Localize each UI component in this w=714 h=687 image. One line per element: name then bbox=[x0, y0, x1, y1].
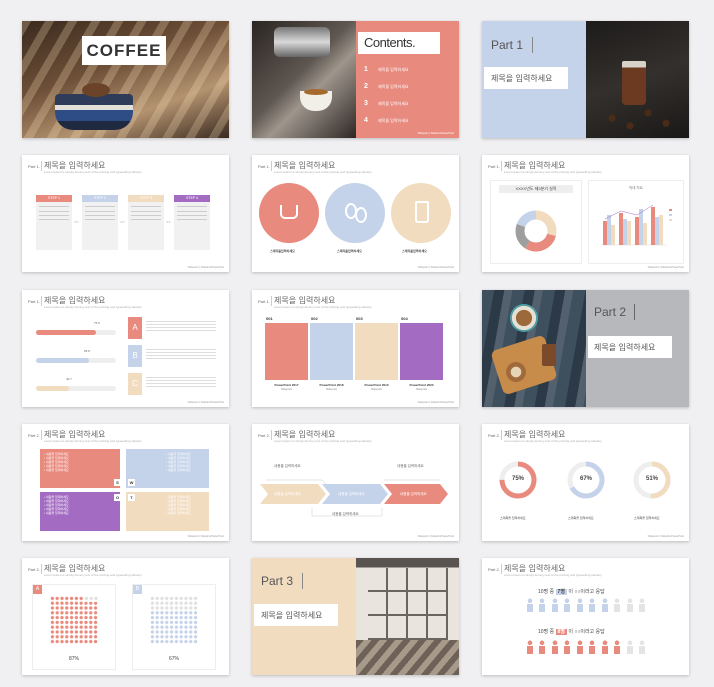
person-icon bbox=[600, 640, 609, 654]
person-icon-row bbox=[526, 640, 646, 654]
person-icon-row bbox=[526, 598, 646, 612]
swot-s[interactable]: • 내용을 입력하세요 • 내용을 입력하세요 • 내용을 입력하세요 • 내용을 입… bbox=[40, 449, 120, 488]
floor-shadows bbox=[356, 640, 459, 675]
slide-circles[interactable]: Part 1. 제목을 입력하세요 Lorem Ipsum is simply … bbox=[252, 155, 459, 272]
slide-rings[interactable]: Part 2. 제목을 입력하세요 Lorem Ipsum is simply … bbox=[482, 424, 689, 541]
donut-chart bbox=[515, 210, 557, 252]
latte-art-cup bbox=[506, 362, 526, 382]
contents-item[interactable]: 3 제목을 입력하세요 bbox=[364, 95, 452, 112]
part-label: Part 3 bbox=[261, 574, 294, 588]
person-icon bbox=[588, 640, 597, 654]
coffee-cup-icon bbox=[280, 205, 298, 219]
color-block[interactable] bbox=[310, 323, 353, 380]
person-icon bbox=[588, 598, 597, 612]
letter-block: B bbox=[128, 345, 142, 367]
color-block[interactable] bbox=[400, 323, 443, 380]
slide-part3[interactable]: Part 3 제목을 입력하세요 bbox=[252, 558, 459, 675]
coffee-cup-top bbox=[510, 304, 538, 332]
bar-panel: 막대 차트 bbox=[588, 180, 684, 264]
person-icon bbox=[550, 640, 559, 654]
slide-steps[interactable]: Part 1. 제목을 입력하세요 Lorem Ipsum is simply … bbox=[22, 155, 229, 272]
swot-w[interactable]: • 내용을 입력하세요 • 내용을 입력하세요 • 내용을 입력하세요 • 내용을 입… bbox=[126, 449, 209, 488]
contents-item[interactable]: 1 제목을 입력하세요 bbox=[364, 61, 452, 78]
window-frames bbox=[368, 568, 448, 642]
part-subtitle: 제목을 입력하세요 bbox=[491, 74, 553, 83]
person-icon bbox=[625, 598, 634, 612]
espresso-machine bbox=[274, 27, 330, 57]
slide-swot[interactable]: Part 2. 제목을 입력하세요 Lorem Ipsum is simply … bbox=[22, 424, 229, 541]
part-label: Part 2 bbox=[594, 305, 627, 319]
person-icon bbox=[526, 598, 534, 612]
slide-charts[interactable]: Part 1. 제목을 입력하세요 Lorem Ipsum is simply … bbox=[482, 155, 689, 272]
takeaway-cup-icon bbox=[415, 201, 429, 223]
slide-progress[interactable]: Part 1. 제목을 입력하세요 Lorem Ipsum is simply … bbox=[22, 290, 229, 407]
chevron-right-icon: >> bbox=[120, 219, 125, 224]
flow-arrows bbox=[260, 479, 448, 517]
person-icon bbox=[575, 640, 584, 654]
person-icon bbox=[563, 598, 572, 612]
person-icon bbox=[538, 598, 547, 612]
ring-charts bbox=[499, 461, 671, 499]
slide-grid: { "s1": {"title": "COFFEE"}, "s2": {"tit… bbox=[0, 0, 714, 687]
person-icon bbox=[550, 598, 559, 612]
donut-panel: XXXX년도 제3분기 실적 bbox=[490, 180, 582, 264]
color-block[interactable] bbox=[265, 323, 308, 380]
slide-contents[interactable]: Contents. 1 제목을 입력하세요 2 제목을 입력하세요 3 제목을 입력하… bbox=[252, 21, 459, 138]
contents-title: Contents. bbox=[364, 35, 416, 50]
step-card[interactable]: STEP 4 bbox=[174, 195, 210, 250]
person-icon bbox=[600, 598, 609, 612]
person-icon bbox=[526, 640, 534, 654]
step-card[interactable]: STEP 3 bbox=[128, 195, 164, 250]
slide-people[interactable]: Part 2. 제목을 입력하세요 Lorem Ipsum is simply … bbox=[482, 558, 689, 675]
splash bbox=[82, 83, 110, 97]
iced-glasses bbox=[542, 344, 556, 366]
chevron-right-icon: >> bbox=[74, 219, 79, 224]
swot-o[interactable]: • 내용을 입력하세요 • 내용을 입력하세요 • 내용을 입력하세요 • 내용을 입… bbox=[40, 492, 120, 531]
stat-line: 10명 중 8명 이 ○○이라고 응답 bbox=[538, 629, 605, 635]
iced-glass bbox=[622, 61, 646, 105]
color-block[interactable] bbox=[355, 323, 398, 380]
dot-grid bbox=[50, 596, 98, 644]
crema bbox=[304, 89, 328, 95]
contents-item[interactable]: 4 제목을 입력하세요 bbox=[364, 112, 452, 129]
person-icon bbox=[637, 598, 646, 612]
part-subtitle: 제목을 입력하세요 bbox=[594, 343, 656, 352]
coffee-beans bbox=[594, 105, 684, 131]
slide-flow[interactable]: Part 2. 제목을 입력하세요 Lorem Ipsum is simply … bbox=[252, 424, 459, 541]
person-icon bbox=[538, 640, 547, 654]
slide-part1[interactable]: Part 1 제목을 입력하세요 bbox=[482, 21, 689, 138]
person-icon bbox=[625, 640, 634, 654]
person-icon bbox=[637, 640, 646, 654]
person-icon bbox=[575, 598, 584, 612]
slide-cover[interactable]: COFFEE bbox=[22, 21, 229, 138]
step-card[interactable]: STEP 1 bbox=[36, 195, 72, 250]
person-icon bbox=[613, 640, 622, 654]
part-subtitle: 제목을 입력하세요 bbox=[261, 611, 323, 620]
part-label: Part 1 bbox=[491, 38, 524, 52]
cover-title: COFFEE bbox=[86, 41, 162, 60]
contents-item[interactable]: 2 제목을 입력하세요 bbox=[364, 78, 452, 95]
coffee-beans-icon bbox=[355, 207, 367, 223]
letter-block: A bbox=[128, 317, 142, 339]
person-icon bbox=[613, 598, 622, 612]
progress-bar bbox=[36, 330, 116, 335]
slide-dot-grid[interactable]: Part 2. 제목을 입력하세요 Lorem Ipsum is simply … bbox=[22, 558, 229, 675]
bar-chart bbox=[601, 204, 672, 246]
progress-bar bbox=[36, 386, 116, 391]
progress-bar bbox=[36, 358, 116, 363]
chevron-right-icon: >> bbox=[166, 219, 171, 224]
swot-t[interactable]: • 내용을 입력하세요 • 내용을 입력하세요 • 내용을 입력하세요 • 내용을 입… bbox=[126, 492, 209, 531]
slide-blocks[interactable]: Part 1. 제목을 입력하세요 Lorem Ipsum is simply … bbox=[252, 290, 459, 407]
blue-cup bbox=[55, 94, 133, 130]
slide-part2[interactable]: Part 2 제목을 입력하세요 bbox=[482, 290, 689, 407]
contents-list: 1 제목을 입력하세요 2 제목을 입력하세요 3 제목을 입력하세요 4 제목을 입력… bbox=[364, 61, 452, 129]
letter-block: C bbox=[128, 373, 142, 395]
step-card[interactable]: STEP 2 bbox=[82, 195, 118, 250]
person-icon bbox=[563, 640, 572, 654]
stat-line: 10명 중 7명 이 ○○이라고 응답 bbox=[538, 589, 605, 595]
